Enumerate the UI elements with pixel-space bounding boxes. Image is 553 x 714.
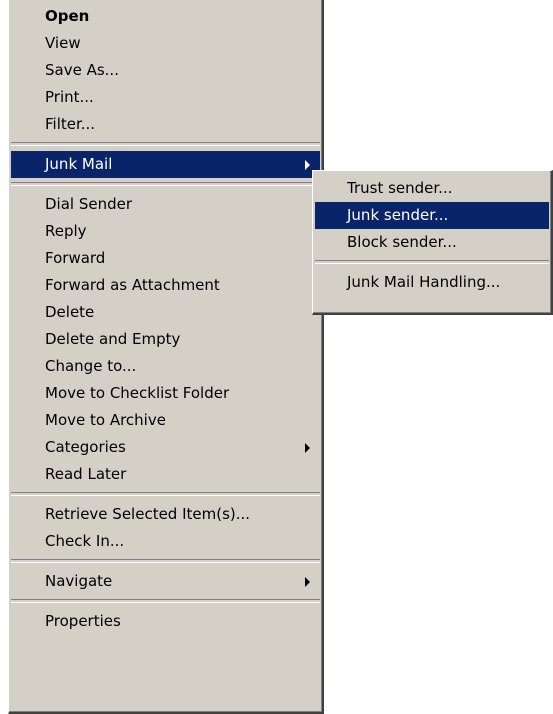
- menu-item-open[interactable]: Open: [11, 3, 320, 30]
- menu-separator: [315, 260, 549, 264]
- menu-item-move-to-checklist-folder[interactable]: Move to Checklist Folder: [11, 380, 320, 407]
- menu-item-view[interactable]: View: [11, 30, 320, 57]
- menu-item-properties[interactable]: Properties: [11, 608, 320, 635]
- menu-separator: [11, 182, 320, 186]
- menu-item-reply[interactable]: Reply: [11, 218, 320, 245]
- chevron-right-icon: [305, 160, 310, 170]
- menu-item-filter[interactable]: Filter...: [11, 111, 320, 138]
- menu-item-change-to[interactable]: Change to...: [11, 353, 320, 380]
- menu-item-categories-label: Categories: [45, 438, 126, 456]
- menu-separator: [11, 492, 320, 496]
- menu-item-print[interactable]: Print...: [11, 84, 320, 111]
- menu-separator: [11, 599, 320, 603]
- menu-item-dial-sender[interactable]: Dial Sender: [11, 191, 320, 218]
- menu-item-read-later[interactable]: Read Later: [11, 461, 320, 488]
- menu-item-junk-mail[interactable]: Junk Mail: [11, 151, 320, 178]
- menu-item-forward-as-attachment[interactable]: Forward as Attachment: [11, 272, 320, 299]
- menu-separator: [11, 142, 320, 146]
- menu-item-check-in[interactable]: Check In...: [11, 528, 320, 555]
- menu-item-retrieve-selected-items[interactable]: Retrieve Selected Item(s)...: [11, 501, 320, 528]
- junk-mail-submenu: Trust sender... Junk sender... Block sen…: [312, 170, 553, 315]
- chevron-right-icon: [305, 443, 310, 453]
- menu-item-save-as[interactable]: Save As...: [11, 57, 320, 84]
- menu-item-navigate-label: Navigate: [45, 572, 113, 590]
- menu-item-forward[interactable]: Forward: [11, 245, 320, 272]
- menu-separator: [11, 559, 320, 563]
- menu-item-categories[interactable]: Categories: [11, 434, 320, 461]
- menu-item-junk-mail-label: Junk Mail: [45, 155, 113, 173]
- menu-item-navigate[interactable]: Navigate: [11, 568, 320, 595]
- submenu-item-block-sender[interactable]: Block sender...: [315, 229, 549, 256]
- menu-item-move-to-archive[interactable]: Move to Archive: [11, 407, 320, 434]
- context-menu: Open View Save As... Print... Filter... …: [8, 0, 324, 714]
- chevron-right-icon: [305, 577, 310, 587]
- menu-item-delete-and-empty[interactable]: Delete and Empty: [11, 326, 320, 353]
- menu-item-delete[interactable]: Delete: [11, 299, 320, 326]
- submenu-item-trust-sender[interactable]: Trust sender...: [315, 175, 549, 202]
- submenu-item-junk-sender[interactable]: Junk sender...: [315, 202, 549, 229]
- submenu-item-junk-mail-handling[interactable]: Junk Mail Handling...: [315, 269, 549, 296]
